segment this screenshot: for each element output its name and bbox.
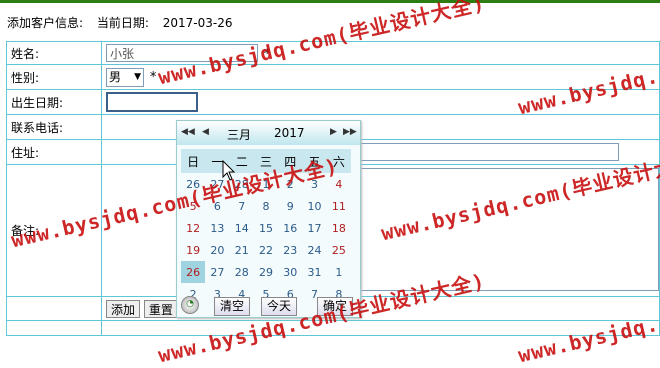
- calendar-day[interactable]: 3: [302, 173, 326, 195]
- gender-required-mark: *: [149, 69, 157, 85]
- calendar-day[interactable]: 1: [327, 261, 351, 283]
- prev-month-icon[interactable]: ◀: [202, 127, 209, 137]
- weekday-header: 三: [253, 149, 279, 173]
- chevron-down-icon: ▼: [134, 71, 141, 82]
- add-button[interactable]: 添加: [106, 299, 141, 318]
- calendar-day[interactable]: 25: [327, 239, 351, 261]
- calendar-day[interactable]: 6: [205, 195, 229, 217]
- calendar-day[interactable]: 30: [278, 261, 302, 283]
- calendar-day[interactable]: 29: [254, 261, 278, 283]
- calendar-day[interactable]: 15: [254, 217, 278, 239]
- name-required-mark: *: [263, 46, 271, 62]
- calendar-header: ◀◀ ◀ 三月 2017 ▶ ▶▶: [177, 121, 360, 145]
- calendar-month[interactable]: 三月: [227, 126, 251, 143]
- page-title: 添加客户信息:: [7, 16, 84, 30]
- calendar-day[interactable]: 31: [302, 261, 326, 283]
- weekday-header: 日: [181, 149, 206, 173]
- clock-icon[interactable]: ◔: [181, 296, 199, 314]
- calendar-day[interactable]: 22: [254, 239, 278, 261]
- calendar-day[interactable]: 24: [302, 239, 326, 261]
- calendar-day[interactable]: 26: [181, 173, 205, 195]
- calendar-today-button[interactable]: 今天: [261, 297, 298, 316]
- date-picker-popup: ◀◀ ◀ 三月 2017 ▶ ▶▶ 日一二三四五六 26 27 28 1 2 3 4 5 6 7 8…: [176, 120, 361, 318]
- calendar-day[interactable]: 7: [230, 195, 254, 217]
- reset-button[interactable]: 重置: [143, 299, 178, 318]
- current-date-label: 当前日期:: [96, 16, 149, 30]
- gender-select[interactable]: 男 ▼: [106, 67, 144, 87]
- address-label: 住址:: [6, 139, 102, 165]
- calendar-day[interactable]: 13: [205, 217, 229, 239]
- calendar-day[interactable]: 21: [230, 239, 254, 261]
- calendar-day[interactable]: 11: [327, 195, 351, 217]
- phone-label: 联系电话:: [6, 114, 102, 140]
- weekday-header: 五: [302, 149, 327, 173]
- calendar-clear-button[interactable]: 清空: [214, 297, 251, 316]
- calendar-day[interactable]: 4: [327, 173, 351, 195]
- calendar-day[interactable]: 1: [254, 173, 278, 195]
- calendar-year[interactable]: 2017: [274, 126, 305, 140]
- birth-label: 出生日期:: [6, 89, 102, 115]
- next-year-icon[interactable]: ▶▶: [343, 127, 357, 137]
- calendar-day[interactable]: 14: [230, 217, 254, 239]
- gender-select-value: 男: [109, 69, 122, 84]
- calendar-day[interactable]: 12: [181, 217, 205, 239]
- calendar-confirm-button[interactable]: 确定: [317, 297, 354, 316]
- calendar-day[interactable]: 19: [181, 239, 205, 261]
- calendar-week-row: 12 13 14 15 16 17 18: [181, 217, 351, 239]
- calendar-day[interactable]: 23: [278, 239, 302, 261]
- calendar-week-row: 19 20 21 22 23 24 25: [181, 239, 351, 261]
- calendar-grid: 日一二三四五六 26 27 28 1 2 3 4 5 6 7 8 9 10 11 12 13 14 15 16 17 1…: [181, 149, 351, 305]
- calendar-day[interactable]: 10: [302, 195, 326, 217]
- notes-label: 备注:: [6, 164, 102, 297]
- calendar-day[interactable]: 9: [278, 195, 302, 217]
- top-border: [0, 0, 660, 3]
- weekday-header: 四: [278, 149, 303, 173]
- page-header: 添加客户信息: 当前日期: 2017-03-26: [7, 14, 243, 31]
- birth-date-input[interactable]: [106, 92, 198, 112]
- name-label: 姓名:: [6, 41, 102, 65]
- calendar-footer: ◔ 清空 今天 确定: [177, 295, 360, 317]
- name-input[interactable]: [106, 44, 258, 62]
- calendar-day[interactable]: 20: [205, 239, 229, 261]
- calendar-day[interactable]: 28: [230, 261, 254, 283]
- calendar-day[interactable]: 16: [278, 217, 302, 239]
- calendar-week-row: 26 27 28 29 30 31 1: [181, 261, 351, 283]
- calendar-day[interactable]: 5: [181, 195, 205, 217]
- current-date-value: 2017-03-26: [162, 16, 233, 30]
- weekday-header: 六: [326, 149, 351, 173]
- mouse-cursor-icon: [222, 160, 236, 181]
- calendar-day[interactable]: 27: [205, 261, 229, 283]
- gender-label: 性别:: [6, 64, 102, 90]
- next-month-icon[interactable]: ▶: [330, 127, 337, 137]
- calendar-week-row: 26 27 28 1 2 3 4: [181, 173, 351, 195]
- calendar-day[interactable]: 18: [327, 217, 351, 239]
- calendar-day[interactable]: 17: [302, 217, 326, 239]
- calendar-day[interactable]: 26: [181, 261, 206, 283]
- calendar-day[interactable]: 2: [278, 173, 302, 195]
- calendar-day[interactable]: 8: [254, 195, 278, 217]
- weekday-header-row: 日一二三四五六: [181, 149, 351, 173]
- prev-year-icon[interactable]: ◀◀: [181, 127, 195, 137]
- calendar-week-row: 5 6 7 8 9 10 11: [181, 195, 351, 217]
